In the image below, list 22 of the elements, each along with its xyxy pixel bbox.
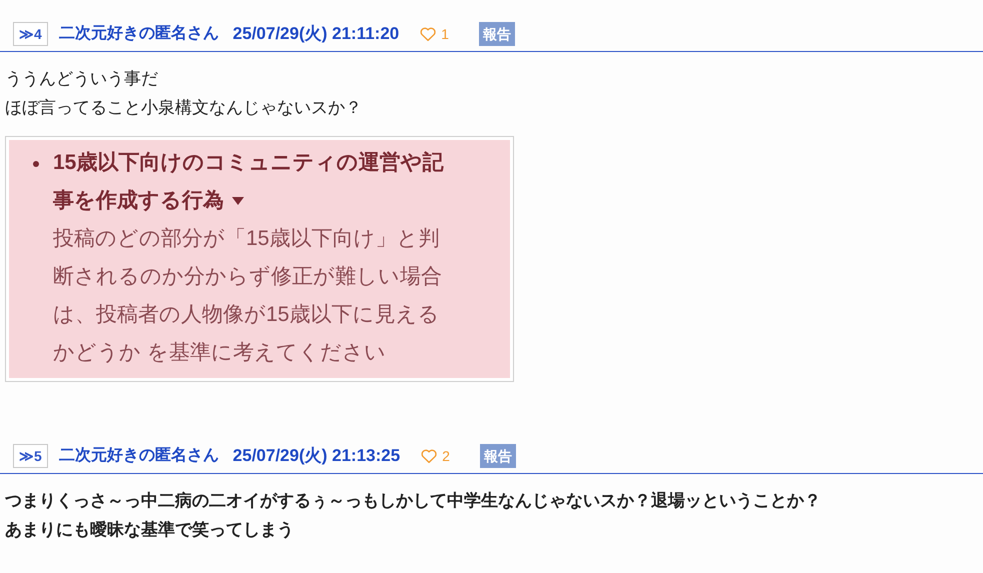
author-name: 二次元好きの匿名さん: [58, 446, 219, 466]
post-text-line: つまりくっさ～っ中二病の二オイがするぅ～っもしかして中学生なんじゃないスか？退場ッということか？: [5, 490, 821, 512]
heart-icon[interactable]: [419, 25, 438, 43]
post-number-link[interactable]: ≫5: [13, 444, 48, 468]
post-datetime: 25/07/29(火) 21:13:25: [232, 445, 400, 468]
like-count: 2: [442, 446, 450, 466]
rule-title-line: 15歳以下向けのコミュニティの運営や記: [53, 150, 444, 176]
post-number-link[interactable]: ≫4: [13, 22, 48, 46]
post-text-line: あまりにも曖昧な基準で笑ってしまう: [5, 519, 294, 541]
rule-description-line: かどうか を基準に考えてください: [53, 340, 386, 366]
rule-description-line: は、投稿者の人物像が15歳以下に見える: [53, 302, 440, 328]
post-text-line: ほぼ言ってること小泉構文なんじゃないスか？: [5, 97, 362, 119]
rule-title-line: 事を作成する行為: [53, 188, 224, 214]
rule-description-line: 断されるのか分からず修正が難しい場合: [53, 264, 442, 290]
attached-screenshot[interactable]: 15歳以下向けのコミュニティの運営や記 事を作成する行為 投稿のどの部分が「15歳以下向け」と判 断されるのか分からず修正が難しい場合 は、投稿者の人物像が15歳以下に見える かどうか を基準に考えてください: [5, 136, 514, 382]
caret-down-icon[interactable]: [232, 197, 244, 205]
rule-description-line: 投稿のどの部分が「15歳以下向け」と判: [53, 226, 440, 252]
post-text-line: ううんどういう事だ: [5, 68, 158, 90]
author-name: 二次元好きの匿名さん: [58, 24, 219, 44]
post-datetime: 25/07/29(火) 21:11:20: [232, 23, 400, 46]
like-count: 1: [441, 24, 449, 44]
heart-icon[interactable]: [420, 447, 438, 465]
